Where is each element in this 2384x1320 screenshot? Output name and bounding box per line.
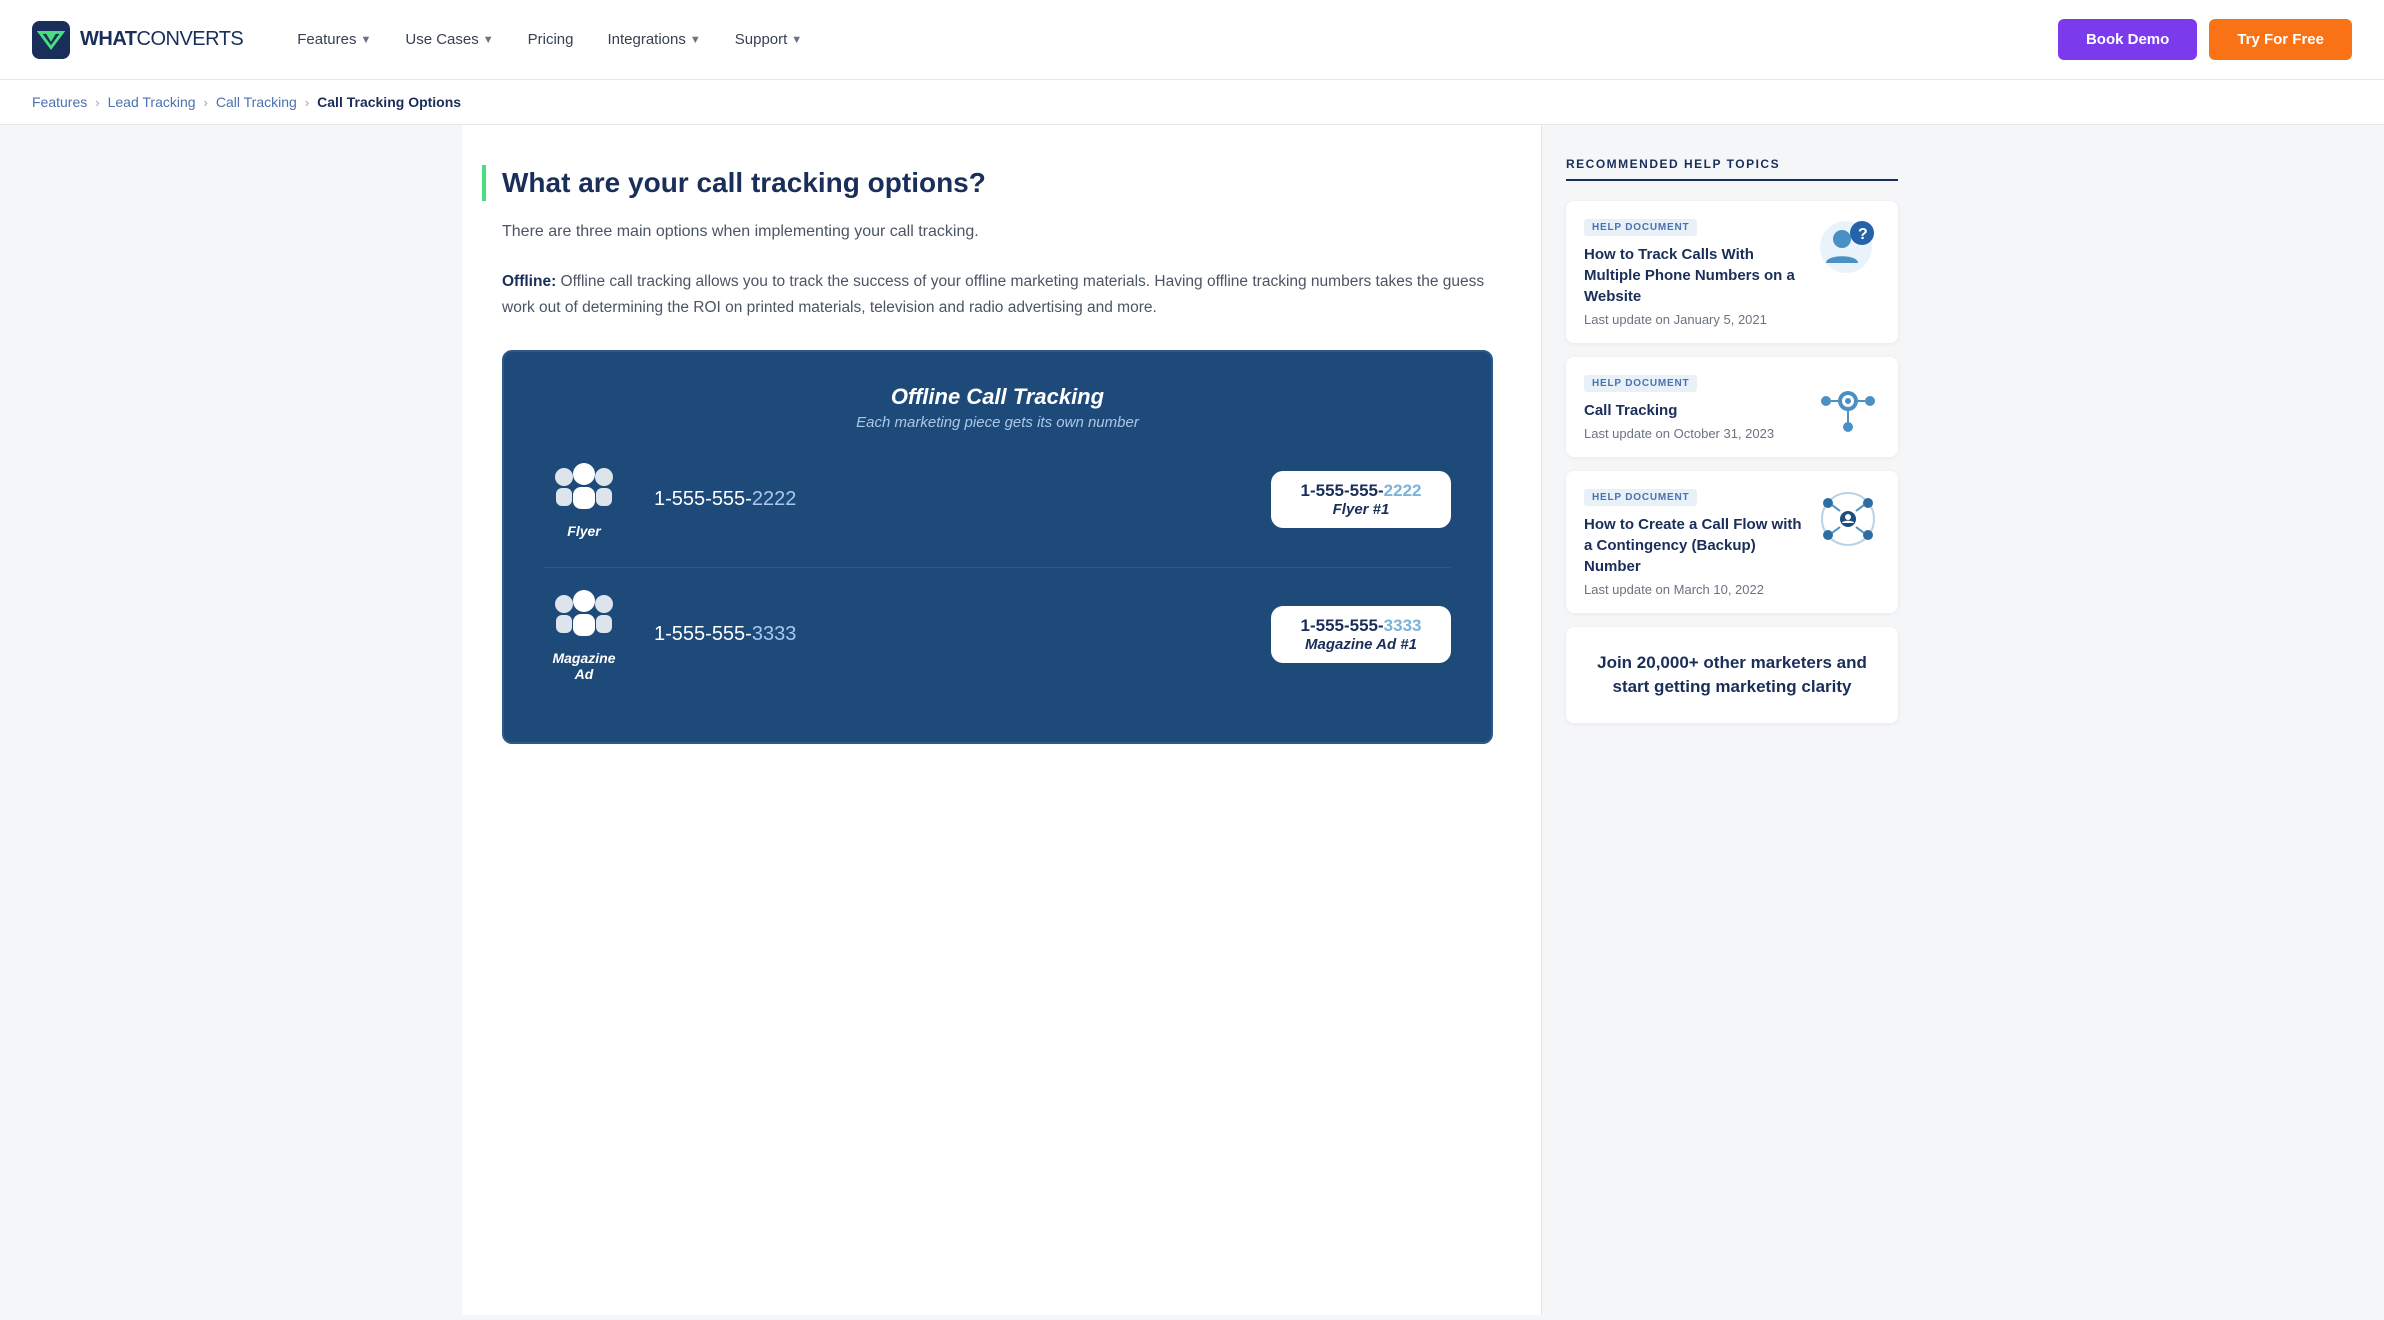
help-badge-1: HELP DOCUMENT bbox=[1584, 219, 1697, 236]
infographic-subtitle: Each marketing piece gets its own number bbox=[544, 414, 1451, 431]
help-card-multiple-numbers[interactable]: HELP DOCUMENT How to Track Calls With Mu… bbox=[1566, 201, 1898, 343]
infographic-divider bbox=[544, 567, 1451, 568]
person-question-icon: ? bbox=[1816, 217, 1880, 281]
help-card-date-1: Last update on January 5, 2021 bbox=[1584, 312, 1802, 327]
offline-label: Offline: bbox=[502, 273, 556, 290]
help-card-title-3: How to Create a Call Flow with a Conting… bbox=[1584, 514, 1802, 577]
infographic-row-flyer: Flyer 1-555-555-2222 1-555-555-2222 Flye… bbox=[544, 461, 1451, 539]
nav-integrations[interactable]: Integrations ▼ bbox=[593, 23, 714, 56]
offline-description: Offline: Offline call tracking allows yo… bbox=[502, 269, 1493, 322]
book-demo-button[interactable]: Book Demo bbox=[2058, 19, 2197, 60]
help-card-date-2: Last update on October 31, 2023 bbox=[1584, 426, 1802, 441]
help-card-call-tracking[interactable]: HELP DOCUMENT Call Tracking Last update … bbox=[1566, 357, 1898, 457]
breadcrumb-lead-tracking[interactable]: Lead Tracking bbox=[108, 94, 196, 110]
magazine-box-number: 1-555-555-3333 bbox=[1291, 616, 1431, 636]
help-card-title-1: How to Track Calls With Multiple Phone N… bbox=[1584, 244, 1802, 307]
help-card-content-1: HELP DOCUMENT How to Track Calls With Mu… bbox=[1584, 217, 1802, 327]
flyer-phone-box: 1-555-555-2222 Flyer #1 bbox=[1271, 471, 1451, 528]
people-icon-flyer bbox=[548, 461, 620, 517]
help-badge-2: HELP DOCUMENT bbox=[1584, 375, 1697, 392]
nav-pricing[interactable]: Pricing bbox=[514, 23, 588, 56]
sidebar: RECOMMENDED HELP TOPICS HELP DOCUMENT Ho… bbox=[1542, 125, 1922, 1315]
person-network-icon bbox=[1816, 373, 1880, 437]
chevron-down-icon: ▼ bbox=[483, 34, 494, 46]
logo-icon bbox=[32, 21, 70, 59]
chevron-down-icon: ▼ bbox=[360, 34, 371, 46]
page-body: What are your call tracking options? The… bbox=[462, 125, 1922, 1315]
magazine-icon-group: Magazine Ad bbox=[544, 588, 624, 682]
nav-use-cases[interactable]: Use Cases ▼ bbox=[391, 23, 507, 56]
infographic-title: Offline Call Tracking bbox=[544, 384, 1451, 410]
intro-text: There are three main options when implem… bbox=[502, 219, 1493, 245]
help-card-date-3: Last update on March 10, 2022 bbox=[1584, 582, 1802, 597]
breadcrumb-call-tracking[interactable]: Call Tracking bbox=[216, 94, 297, 110]
breadcrumb-separator: › bbox=[305, 95, 309, 110]
help-card-call-flow[interactable]: HELP DOCUMENT How to Create a Call Flow … bbox=[1566, 471, 1898, 613]
cta-box-title: Join 20,000+ other marketers and start g… bbox=[1588, 651, 1876, 699]
magazine-phone-box: 1-555-555-3333 Magazine Ad #1 bbox=[1271, 606, 1451, 663]
people-icon-magazine bbox=[548, 588, 620, 644]
flyer-phone-number: 1-555-555-2222 bbox=[654, 488, 1241, 511]
nav-features[interactable]: Features ▼ bbox=[283, 23, 385, 56]
magazine-label: Magazine Ad bbox=[544, 650, 624, 682]
svg-text:?: ? bbox=[1858, 226, 1868, 243]
help-badge-3: HELP DOCUMENT bbox=[1584, 489, 1697, 506]
nav-support[interactable]: Support ▼ bbox=[721, 23, 816, 56]
flyer-box-label: Flyer #1 bbox=[1291, 501, 1431, 518]
try-free-button[interactable]: Try For Free bbox=[2209, 19, 2352, 60]
magazine-phone-number: 1-555-555-3333 bbox=[654, 623, 1241, 646]
breadcrumb-separator: › bbox=[204, 95, 208, 110]
help-card-content-2: HELP DOCUMENT Call Tracking Last update … bbox=[1584, 373, 1802, 441]
header-actions: Book Demo Try For Free bbox=[2058, 19, 2352, 60]
logo-text: WHATCONVERTS bbox=[80, 28, 243, 51]
help-card-title-2: Call Tracking bbox=[1584, 400, 1802, 421]
logo[interactable]: WHATCONVERTS bbox=[32, 21, 243, 59]
breadcrumb-features[interactable]: Features bbox=[32, 94, 87, 110]
sidebar-section-title: RECOMMENDED HELP TOPICS bbox=[1566, 157, 1898, 181]
chevron-down-icon: ▼ bbox=[690, 34, 701, 46]
cta-box: Join 20,000+ other marketers and start g… bbox=[1566, 627, 1898, 723]
magazine-box-label: Magazine Ad #1 bbox=[1291, 636, 1431, 653]
flyer-icon-group: Flyer bbox=[544, 461, 624, 539]
offline-call-tracking-infographic: Offline Call Tracking Each marketing pie… bbox=[502, 350, 1493, 744]
breadcrumb: Features › Lead Tracking › Call Tracking… bbox=[0, 80, 2384, 125]
breadcrumb-separator: › bbox=[95, 95, 99, 110]
flyer-box-number: 1-555-555-2222 bbox=[1291, 481, 1431, 501]
chevron-down-icon: ▼ bbox=[791, 34, 802, 46]
person-circle-network-icon bbox=[1816, 487, 1880, 551]
main-content: What are your call tracking options? The… bbox=[462, 125, 1542, 1315]
breadcrumb-current-page: Call Tracking Options bbox=[317, 94, 461, 110]
main-nav: Features ▼ Use Cases ▼ Pricing Integrati… bbox=[283, 23, 2058, 56]
site-header: WHATCONVERTS Features ▼ Use Cases ▼ Pric… bbox=[0, 0, 2384, 80]
help-card-content-3: HELP DOCUMENT How to Create a Call Flow … bbox=[1584, 487, 1802, 597]
infographic-row-magazine: Magazine Ad 1-555-555-3333 1-555-555-333… bbox=[544, 588, 1451, 682]
page-title: What are your call tracking options? bbox=[482, 165, 1493, 201]
flyer-label: Flyer bbox=[567, 523, 600, 539]
